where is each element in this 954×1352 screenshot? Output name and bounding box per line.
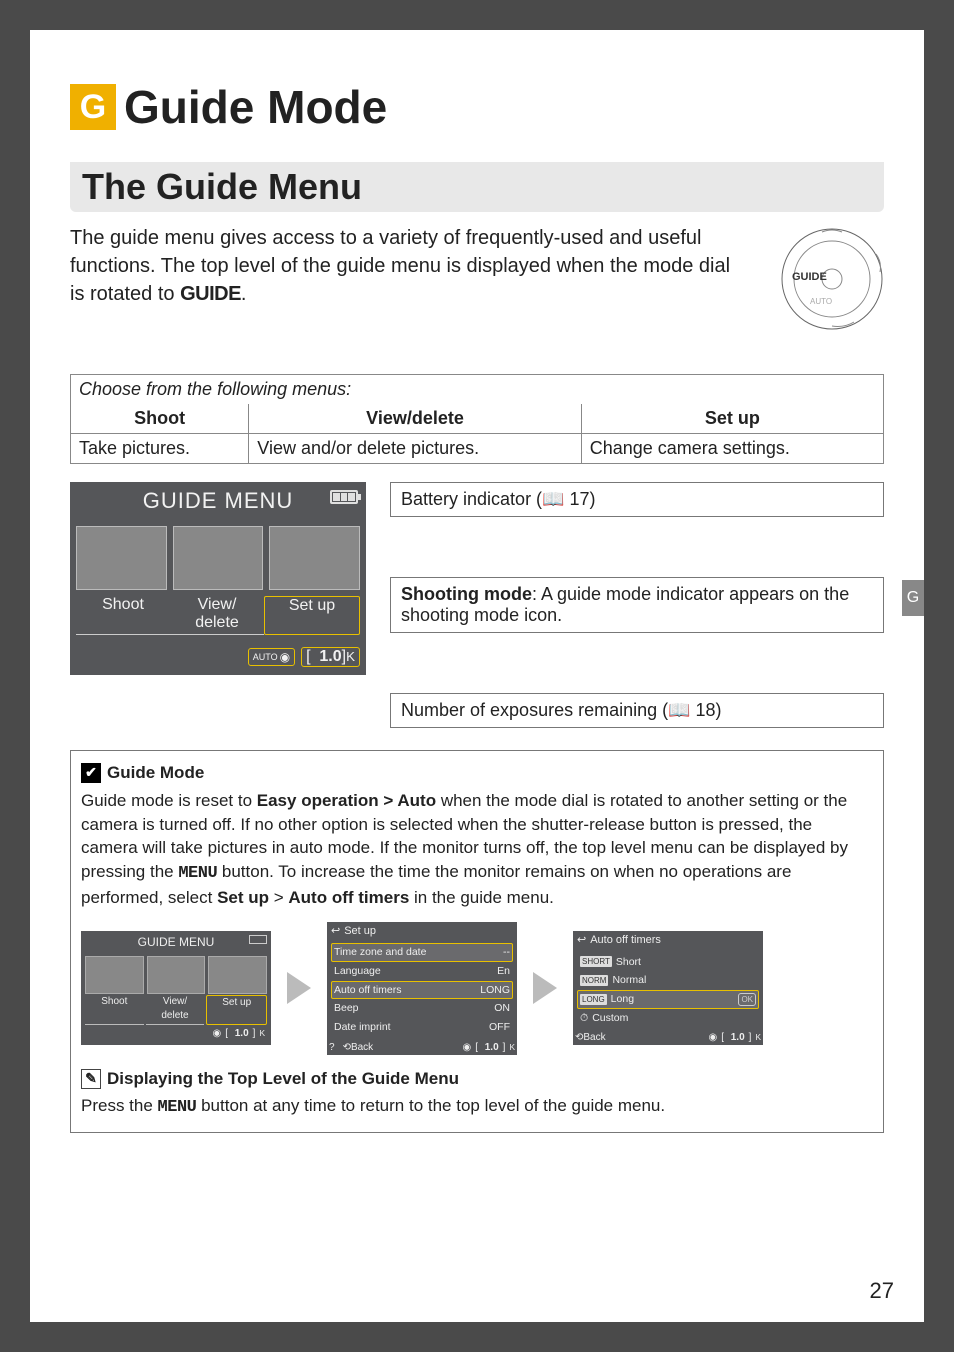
note-guide-mode: ✔ Guide Mode Guide mode is reset to Easy… bbox=[70, 750, 884, 1133]
mode-dial-illustration: GUIDE AUTO bbox=[754, 224, 884, 334]
intro-guide-word: GUIDE bbox=[180, 283, 241, 305]
intro-text-2: . bbox=[241, 283, 247, 305]
mini-screen-autooff: ↩Auto off timers SHORTShort NORMNormal L… bbox=[573, 931, 763, 1045]
callout-shooting-mode: Shooting mode: A guide mode indicator ap… bbox=[390, 577, 884, 633]
timer-icon: ⏱ bbox=[580, 1011, 588, 1026]
note2-body: Press the MENU button at any time to ret… bbox=[81, 1094, 873, 1120]
chapter-badge: G bbox=[70, 84, 116, 130]
lcd-tab-view: View/ delete bbox=[170, 596, 264, 635]
table-cell-setup: Change camera settings. bbox=[581, 434, 883, 464]
note1-title: Guide Mode bbox=[107, 761, 204, 785]
mode-icon: ◉ bbox=[462, 1041, 471, 1055]
chapter-header: GGuide Mode bbox=[70, 80, 884, 134]
mini-screen-setup: ↩Set up Time zone and date-- LanguageEn … bbox=[327, 922, 517, 1055]
note1-body: Guide mode is reset to Easy operation > … bbox=[81, 789, 873, 910]
menu-category-table: Choose from the following menus: Shoot V… bbox=[70, 374, 884, 464]
lcd-tab-setup: Set up bbox=[264, 596, 360, 635]
intro-paragraph: The guide menu gives access to a variety… bbox=[70, 224, 740, 308]
battery-icon bbox=[330, 490, 358, 504]
mode-icon: ◉ bbox=[212, 1027, 221, 1041]
section-header: The Guide Menu bbox=[70, 162, 884, 212]
callout-battery: Battery indicator (📖 17) bbox=[390, 482, 884, 517]
intro-text-1: The guide menu gives access to a variety… bbox=[70, 227, 730, 305]
mode-icon: ◉ bbox=[708, 1031, 717, 1045]
lcd-tab-shoot: Shoot bbox=[76, 596, 170, 635]
page-number: 27 bbox=[870, 1278, 894, 1304]
arrow-right-icon bbox=[533, 972, 557, 1004]
shooting-mode-icon: AUTO◉ bbox=[248, 648, 295, 666]
note2-title: Displaying the Top Level of the Guide Me… bbox=[107, 1067, 459, 1091]
svg-text:AUTO: AUTO bbox=[810, 297, 832, 306]
table-header-setup: Set up bbox=[581, 404, 883, 434]
table-cell-shoot: Take pictures. bbox=[71, 434, 249, 464]
lcd-title: GUIDE MENU bbox=[70, 482, 366, 520]
chapter-title: Guide Mode bbox=[124, 81, 387, 133]
table-header-shoot: Shoot bbox=[71, 404, 249, 434]
table-cell-view: View and/or delete pictures. bbox=[249, 434, 581, 464]
back-icon: ↩ bbox=[331, 924, 340, 939]
pencil-icon: ✎ bbox=[81, 1069, 101, 1089]
check-icon: ✔ bbox=[81, 763, 101, 783]
back-icon: ↩ bbox=[577, 933, 586, 948]
battery-icon bbox=[249, 935, 267, 944]
arrow-right-icon bbox=[287, 972, 311, 1004]
help-icon: ? bbox=[329, 1041, 335, 1055]
table-header-view: View/delete bbox=[249, 404, 581, 434]
thumb-shoot bbox=[76, 526, 167, 590]
exposure-count: [ 1.0]K bbox=[301, 647, 360, 667]
table-caption: Choose from the following menus: bbox=[71, 375, 884, 405]
callout-exposures: Number of exposures remaining (📖 18) bbox=[390, 693, 884, 728]
ok-icon: OK bbox=[738, 993, 756, 1006]
thumb-setup bbox=[269, 526, 360, 590]
svg-text:GUIDE: GUIDE bbox=[792, 271, 827, 283]
mini-screen-guide: GUIDE MENU Shoot View/ delete Set up ◉[ … bbox=[81, 931, 271, 1045]
thumb-view bbox=[173, 526, 264, 590]
lcd-screen: GUIDE MENU Shoot View/ delete Set up AUT… bbox=[70, 482, 366, 675]
side-tab-marker: G bbox=[902, 580, 924, 616]
